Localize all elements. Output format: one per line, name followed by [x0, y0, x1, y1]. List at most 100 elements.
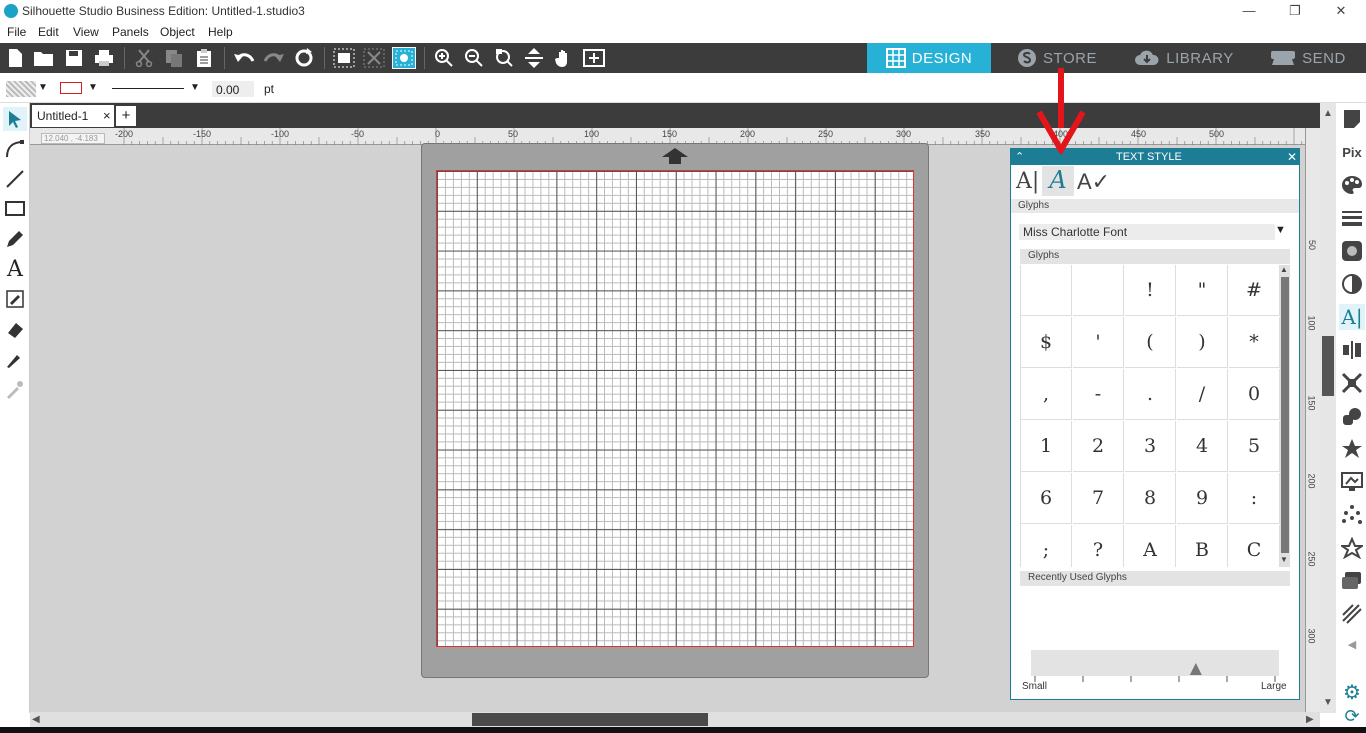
print-icon[interactable] [92, 47, 116, 69]
tab-design[interactable]: DESIGN [867, 43, 991, 73]
library-stack-icon[interactable] [1339, 568, 1365, 594]
modify-star-icon[interactable] [1339, 436, 1365, 462]
document-tab[interactable]: Untitled-1 × [32, 105, 114, 127]
settings-gear-icon[interactable]: ⚙ [1339, 679, 1365, 705]
glyph-cell[interactable]: 0 [1229, 369, 1280, 420]
eyedropper-tool-icon[interactable] [3, 377, 27, 401]
text-style-panel-icon[interactable]: A| [1339, 304, 1365, 330]
spell-check-tab-icon[interactable]: A✓ [1077, 169, 1110, 195]
glyph-cell[interactable]: ) [1177, 317, 1228, 368]
glyph-cell[interactable]: ? [1073, 525, 1124, 567]
document-tab-close-icon[interactable]: × [103, 108, 111, 123]
tab-send[interactable]: SEND [1250, 43, 1366, 73]
select-arrow-icon[interactable] [3, 107, 27, 131]
eraser-tool-icon[interactable] [3, 317, 27, 341]
glyph-cell[interactable]: 7 [1073, 473, 1124, 524]
ungroup-icon[interactable] [362, 47, 386, 69]
close-window-button[interactable]: ✕ [1318, 0, 1364, 22]
pencil-tool-icon[interactable] [3, 227, 27, 251]
glyph-cell[interactable]: . [1125, 369, 1176, 420]
restore-button[interactable]: ❐ [1272, 0, 1318, 22]
menu-help[interactable]: Help [208, 25, 233, 39]
vertical-scroll-thumb[interactable] [1322, 336, 1334, 396]
trace-icon[interactable] [1339, 469, 1365, 495]
outline-star-icon[interactable] [1339, 535, 1365, 561]
line-style-preview[interactable] [112, 88, 184, 89]
zoom-select-icon[interactable] [492, 47, 516, 69]
rectangle-tool-icon[interactable] [3, 197, 27, 221]
zoom-in-icon[interactable] [432, 47, 456, 69]
panel-collapse-icon[interactable]: ⌃ [1015, 150, 1024, 163]
glyph-cell[interactable]: 5 [1229, 421, 1280, 472]
glyph-cell[interactable]: ; [1021, 525, 1072, 567]
menu-panels[interactable]: Panels [112, 25, 149, 39]
glyph-cell[interactable]: : [1229, 473, 1280, 524]
font-select[interactable]: Miss Charlotte Font [1019, 224, 1275, 240]
glyph-cell[interactable]: # [1229, 265, 1280, 316]
glyph-cell[interactable] [1073, 265, 1124, 316]
menu-object[interactable]: Object [160, 25, 195, 39]
align-icon[interactable] [1339, 337, 1365, 363]
glyph-cell[interactable]: 1 [1021, 421, 1072, 472]
select-all-icon[interactable] [392, 47, 416, 69]
scroll-up-icon[interactable]: ▲ [1323, 108, 1333, 119]
text-tool-icon[interactable]: A [3, 257, 27, 282]
line-style-icon[interactable] [1339, 205, 1365, 231]
glyph-cell[interactable]: 3 [1125, 421, 1176, 472]
glyph-cell[interactable]: / [1177, 369, 1228, 420]
glyph-cell[interactable]: " [1177, 265, 1228, 316]
glyph-size-slider[interactable] [1031, 650, 1279, 682]
glyph-cell[interactable]: 8 [1125, 473, 1176, 524]
add-page-icon[interactable] [582, 47, 606, 69]
fill-pattern-swatch[interactable] [6, 81, 36, 97]
transform-icon[interactable] [1339, 370, 1365, 396]
line-style-dropdown-arrow-icon[interactable]: ▼ [190, 82, 200, 93]
glyph-cell[interactable]: 6 [1021, 473, 1072, 524]
glyph-scroll-down-icon[interactable]: ▼ [1280, 555, 1288, 564]
redo-icon[interactable] [262, 47, 286, 69]
point-edit-icon[interactable] [3, 137, 27, 161]
glyph-cell[interactable]: $ [1021, 317, 1072, 368]
shadow-icon[interactable] [1339, 271, 1365, 297]
menu-edit[interactable]: Edit [38, 25, 59, 39]
scroll-left-icon[interactable]: ◀ [32, 714, 40, 725]
glyph-cell[interactable]: * [1229, 317, 1280, 368]
redraw-icon[interactable] [292, 47, 316, 69]
pixscan-icon[interactable]: Pix [1339, 139, 1365, 165]
glyph-cell[interactable]: A [1125, 525, 1176, 567]
page-grid[interactable] [436, 170, 914, 647]
text-style-tab-icon[interactable]: A| [1016, 169, 1039, 194]
glyph-scroll-up-icon[interactable]: ▲ [1280, 265, 1288, 274]
line-color-swatch[interactable] [60, 82, 82, 94]
glyph-cell[interactable]: B [1177, 525, 1228, 567]
scroll-down-icon[interactable]: ▼ [1323, 697, 1333, 708]
collapse-panel-icon[interactable]: ◀ [1339, 631, 1365, 657]
pan-hand-icon[interactable] [552, 47, 576, 69]
glyphs-tab-icon[interactable]: A [1042, 166, 1074, 196]
replicate-icon[interactable] [1339, 403, 1365, 429]
glyph-cell[interactable]: C [1229, 525, 1280, 567]
cut-icon[interactable] [132, 47, 156, 69]
fill-pattern-icon[interactable] [1339, 238, 1365, 264]
save-icon[interactable] [62, 47, 86, 69]
slider-handle[interactable] [1189, 663, 1202, 675]
fill-dropdown-arrow-icon[interactable]: ▼ [38, 82, 48, 93]
line-width-input[interactable]: 0.00 [212, 81, 254, 97]
menu-file[interactable]: File [7, 25, 26, 39]
group-icon[interactable] [332, 47, 356, 69]
line-color-dropdown-arrow-icon[interactable]: ▼ [88, 82, 98, 93]
glyph-cell[interactable]: 2 [1073, 421, 1124, 472]
page-setup-icon[interactable] [1339, 106, 1365, 132]
undo-icon[interactable] [232, 47, 256, 69]
panel-close-icon[interactable]: ✕ [1287, 150, 1297, 164]
horizontal-scroll-thumb[interactable] [472, 713, 708, 726]
glyph-scroll-thumb[interactable] [1281, 277, 1289, 553]
scroll-right-icon[interactable]: ▶ [1306, 714, 1314, 725]
glyph-cell[interactable]: 4 [1177, 421, 1228, 472]
glyph-cell[interactable]: 9 [1177, 473, 1228, 524]
fit-to-page-icon[interactable] [522, 47, 546, 69]
copy-icon[interactable] [162, 47, 186, 69]
glyph-cell[interactable]: ( [1125, 317, 1176, 368]
vertical-scrollbar[interactable] [1320, 103, 1336, 713]
glyph-cell[interactable]: ' [1073, 317, 1124, 368]
